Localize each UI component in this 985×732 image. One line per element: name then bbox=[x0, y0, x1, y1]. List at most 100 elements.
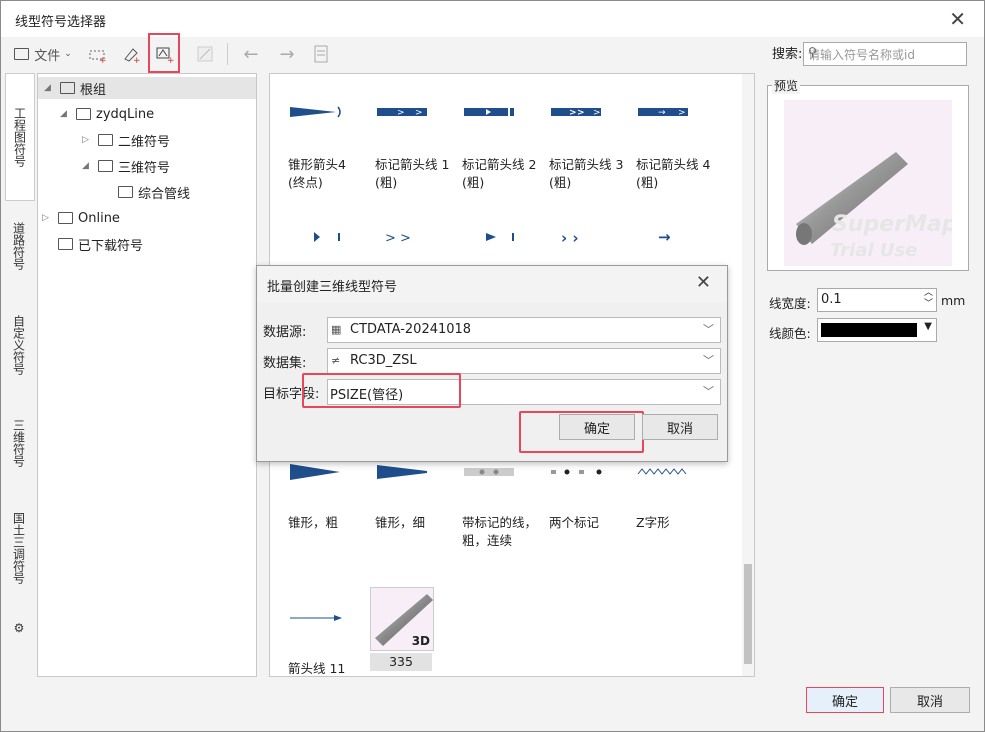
line-width-spinner[interactable]: 0.1 ︿ ﹀ bbox=[817, 288, 937, 312]
search-icon[interactable]: ⚲ bbox=[808, 45, 960, 59]
spinner-arrows-icon[interactable]: ︿ ﹀ bbox=[924, 288, 933, 310]
symbol-item[interactable]: > > 标记箭头线 1 (粗) bbox=[375, 102, 451, 192]
new-symbol-icon[interactable]: + bbox=[119, 41, 143, 67]
svg-text:>: > bbox=[577, 108, 585, 118]
line-width-value: 0.1 bbox=[821, 292, 842, 307]
cancel-button[interactable]: 取消 bbox=[890, 687, 970, 713]
symbol-3d-thumbnail: 3D bbox=[370, 587, 434, 651]
window-title: 线型符号选择器 bbox=[15, 15, 107, 30]
back-arrow-icon[interactable]: ← bbox=[237, 41, 265, 67]
batch-create-3d-icon[interactable]: + bbox=[148, 33, 180, 73]
line-dataset-icon: ≠ bbox=[331, 354, 341, 367]
symbol-item[interactable] bbox=[462, 227, 538, 251]
tree-node-3d[interactable]: ◢ 三维符号 bbox=[82, 155, 170, 177]
symbol-swatch bbox=[377, 465, 427, 479]
symbol-label: 标记箭头线 2 (粗) bbox=[462, 157, 537, 190]
svg-text:→: → bbox=[658, 228, 671, 246]
expand-arrow-icon[interactable]: ◢ bbox=[44, 83, 56, 93]
tab-engineering-symbols[interactable]: 工程图符号 bbox=[5, 73, 35, 201]
symbol-item[interactable]: › › bbox=[549, 227, 625, 251]
symbol-swatch bbox=[290, 615, 342, 621]
settings-gear-icon[interactable]: ⚙ bbox=[5, 617, 33, 639]
tab-3d-symbols[interactable]: 三维符号 bbox=[5, 403, 33, 483]
symbol-item[interactable]: 锥形箭头4 (终点) bbox=[288, 102, 364, 192]
symbol-item[interactable]: Z字形 bbox=[636, 462, 712, 532]
tree-node-downloaded[interactable]: 已下载符号 bbox=[58, 233, 143, 255]
symbol-item[interactable]: 箭头线 11 bbox=[288, 608, 364, 678]
symbol-item[interactable]: > > > 标记箭头线 3 (粗) bbox=[549, 102, 625, 192]
svg-text:> >: > > bbox=[385, 231, 411, 246]
toolbar: 文件 ⌄ + + + ← → 搜索: 请输入符号名称或id ⚲ bbox=[1, 33, 984, 73]
line-width-label: 线宽度: bbox=[769, 296, 811, 311]
3d-badge: 3D bbox=[411, 634, 430, 648]
svg-text:>: > bbox=[397, 108, 405, 118]
symbol-item[interactable]: 标记箭头线 2 (粗) bbox=[462, 102, 538, 192]
database-icon: ▦ bbox=[331, 323, 342, 336]
symbol-item[interactable] bbox=[288, 227, 364, 251]
tree-node-label: 综合管线 bbox=[138, 186, 191, 202]
tab-road-symbols[interactable]: 道路符号 bbox=[5, 205, 33, 287]
expand-arrow-icon[interactable]: ◢ bbox=[82, 161, 94, 171]
dropdown-arrow-icon[interactable]: ▼ bbox=[924, 321, 932, 332]
dataset-value: RC3D_ZSL bbox=[350, 353, 417, 368]
search-input[interactable]: 请输入符号名称或id ⚲ bbox=[803, 42, 967, 66]
collapsed-arrow-icon[interactable]: ▷ bbox=[82, 135, 94, 145]
datasource-label: 数据源: bbox=[263, 325, 307, 340]
svg-text:>: > bbox=[415, 108, 423, 118]
symbol-item[interactable]: 锥形，细 bbox=[375, 462, 451, 532]
chevron-down-icon[interactable]: ﹀ bbox=[703, 352, 714, 368]
ok-button[interactable]: 确定 bbox=[806, 687, 884, 713]
highlight-box bbox=[302, 373, 461, 408]
file-menu-button[interactable]: 文件 ⌄ bbox=[11, 41, 75, 67]
tab-custom-symbols[interactable]: 自定义符号 bbox=[5, 297, 33, 393]
collapsed-arrow-icon[interactable]: ▷ bbox=[42, 213, 54, 223]
symbol-item[interactable]: → bbox=[636, 227, 712, 251]
title-bar: 线型符号选择器 ✕ bbox=[1, 1, 984, 37]
symbol-item[interactable]: 锥形，粗 bbox=[288, 462, 364, 532]
symbol-label: 锥形箭头4 (终点) bbox=[288, 157, 346, 190]
grid-scrollbar[interactable] bbox=[742, 74, 754, 676]
tab-land-survey-symbols[interactable]: 国土三调符号 bbox=[5, 493, 33, 603]
folder-icon bbox=[58, 212, 73, 224]
new-group-icon[interactable]: + bbox=[85, 41, 109, 67]
tree-node-label: 已下载符号 bbox=[78, 238, 144, 254]
symbol-item[interactable]: 两个标记 bbox=[549, 462, 625, 532]
tree-node-pipeline[interactable]: 综合管线 bbox=[118, 181, 190, 203]
svg-text:>: > bbox=[593, 108, 601, 118]
symbol-swatch bbox=[290, 106, 341, 118]
chevron-down-icon[interactable]: ﹀ bbox=[703, 321, 714, 337]
datasource-value: CTDATA-20241018 bbox=[350, 322, 472, 337]
dialog-title: 批量创建三维线型符号 bbox=[267, 280, 398, 295]
scrollbar-thumb[interactable] bbox=[744, 564, 752, 664]
ok-button-label: 确定 bbox=[831, 694, 858, 710]
dataset-label: 数据集: bbox=[263, 356, 307, 371]
edit-line-icon[interactable] bbox=[193, 41, 217, 67]
forward-arrow-icon[interactable]: → bbox=[273, 41, 301, 67]
dialog-cancel-button[interactable]: 取消 bbox=[642, 414, 718, 440]
symbol-label: Z字形 bbox=[636, 515, 670, 530]
tree-node-zydqline[interactable]: ◢ zydqLine bbox=[60, 103, 154, 125]
tree-node-root[interactable]: ◢ 根组 bbox=[38, 77, 256, 99]
symbol-label: 标记箭头线 4 (粗) bbox=[636, 157, 711, 190]
chevron-down-icon[interactable]: ﹀ bbox=[703, 383, 714, 399]
close-icon[interactable]: ✕ bbox=[696, 272, 711, 293]
symbol-item-selected[interactable]: 3D 335 bbox=[370, 587, 434, 671]
close-icon[interactable]: ✕ bbox=[949, 7, 966, 31]
symbol-swatch bbox=[290, 464, 340, 480]
svg-text:+: + bbox=[133, 56, 140, 63]
symbol-swatch: > > bbox=[377, 108, 427, 118]
line-color-picker[interactable]: ▼ bbox=[817, 318, 937, 342]
tree-node-2d[interactable]: ▷ 二维符号 bbox=[82, 129, 170, 151]
symbol-item[interactable]: > > bbox=[375, 227, 451, 251]
expand-arrow-icon[interactable]: ◢ bbox=[60, 109, 72, 119]
folder-icon bbox=[76, 108, 91, 120]
svg-text:>: > bbox=[569, 108, 577, 118]
watermark: Trial Use bbox=[830, 240, 918, 261]
dataset-select[interactable]: ≠ RC3D_ZSL ﹀ bbox=[327, 348, 721, 374]
tree-node-online[interactable]: ▷ Online bbox=[42, 207, 120, 229]
symbol-item[interactable]: 带标记的线，粗，连续 bbox=[462, 462, 538, 550]
properties-icon[interactable] bbox=[309, 41, 333, 67]
tree-node-label: zydqLine bbox=[96, 106, 155, 122]
datasource-select[interactable]: ▦ CTDATA-20241018 ﹀ bbox=[327, 317, 721, 343]
symbol-item[interactable]: → > 标记箭头线 4 (粗) bbox=[636, 102, 712, 192]
